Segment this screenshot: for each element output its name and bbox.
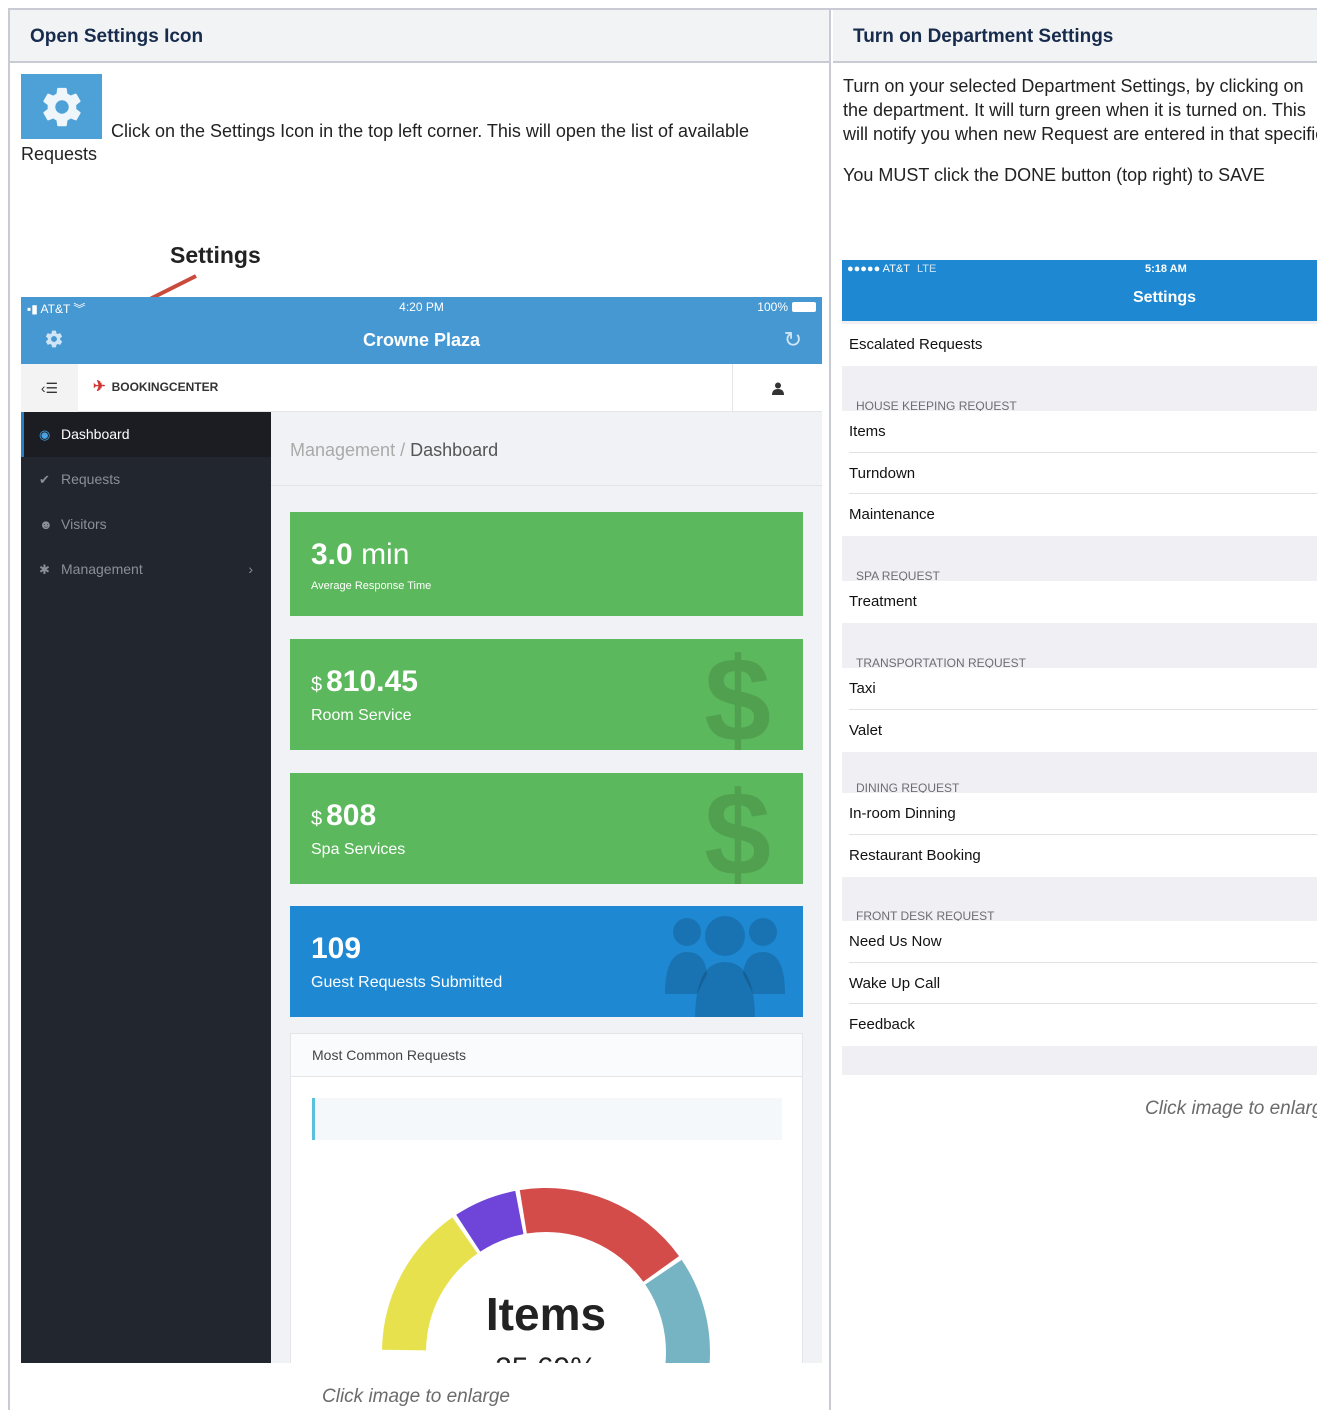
- status-bar: ▪▮ AT&T ︾ 4:20 PM 100%: [21, 297, 822, 317]
- guest-requests-tile: 109 Guest Requests Submitted: [290, 906, 803, 1017]
- column-header: Open Settings Icon: [10, 10, 829, 63]
- image-caption: Click image to enlarge: [322, 1386, 510, 1407]
- sidebar-item-requests[interactable]: ✔ Requests: [21, 457, 271, 502]
- instructions-table: Open Settings Icon Click on the Settings…: [8, 8, 1317, 1410]
- chevron-right-icon: ›: [248, 561, 253, 577]
- setting-treatment[interactable]: Treatment: [842, 581, 1317, 623]
- instruction-paragraph-1: Turn on your selected Department Setting…: [843, 76, 1317, 144]
- clock: 5:18 AM: [1145, 263, 1187, 275]
- response-time-tile: 3.0 min Average Response Time: [290, 512, 803, 616]
- settings-screenshot[interactable]: ●●●●● AT&T LTE 5:18 AM Settings Escalate…: [842, 260, 1317, 1075]
- setting-restaurant-booking[interactable]: Restaurant Booking: [842, 835, 1317, 877]
- divider: [271, 485, 822, 486]
- right-column: Turn on Department Settings Turn on your…: [833, 10, 1317, 1410]
- donut-center-value: 25.69%: [495, 1352, 597, 1363]
- breadcrumb-parent[interactable]: Management: [290, 440, 395, 460]
- image-caption: Click image to enlarge: [1145, 1098, 1317, 1119]
- setting-wake-up-call[interactable]: Wake Up Call: [842, 963, 1317, 1005]
- column-header: Turn on Department Settings: [833, 10, 1317, 63]
- logo: ✈ BOOKINGCENTER: [93, 378, 219, 395]
- setting-in-room-dinning[interactable]: In-room Dinning: [842, 793, 1317, 835]
- setting-items[interactable]: Items: [842, 411, 1317, 453]
- left-column: Open Settings Icon Click on the Settings…: [10, 10, 831, 1410]
- donut-center-label: Items: [486, 1288, 606, 1340]
- setting-need-us-now[interactable]: Need Us Now: [842, 921, 1317, 963]
- instruction-paragraph-2: You MUST click the DONE button (top righ…: [843, 165, 1265, 185]
- dollar-icon: $: [704, 773, 771, 884]
- nav-title: Crowne Plaza: [362, 330, 481, 350]
- setting-escalated-requests[interactable]: Escalated Requests: [842, 324, 1317, 366]
- instruction-text: Click on the Settings Icon in the top le…: [21, 121, 750, 164]
- setting-taxi[interactable]: Taxi: [842, 668, 1317, 710]
- nav-title: Settings: [1132, 289, 1197, 306]
- refresh-icon[interactable]: ↻: [784, 327, 802, 353]
- requests-donut-chart: Items 25.69%: [382, 1188, 710, 1363]
- setting-maintenance[interactable]: Maintenance: [842, 494, 1317, 536]
- users-icon: ☻: [39, 517, 53, 532]
- app-nav-bar: Crowne Plaza ↻: [21, 317, 822, 364]
- users-icon: [665, 916, 785, 1017]
- carrier: ●●●●● AT&T: [847, 263, 910, 275]
- setting-turndown[interactable]: Turndown: [842, 453, 1317, 495]
- most-common-requests-panel: Most Common Requests Items 25.69%: [290, 1033, 803, 1363]
- sidebar: ◉ Dashboard ✔ Requests ☻ Visitors ✱ Mana…: [21, 412, 271, 1363]
- settings-annotation-label: Settings: [170, 242, 261, 268]
- sidebar-item-management[interactable]: ✱ Management ›: [21, 547, 271, 592]
- breadcrumb: Management / Dashboard: [290, 440, 499, 460]
- spa-services-tile: $ $808 Spa Services: [290, 773, 803, 884]
- donut-segment: [519, 1188, 680, 1282]
- donut-segment: [382, 1217, 478, 1351]
- sidebar-item-dashboard[interactable]: ◉ Dashboard: [21, 412, 271, 457]
- dashboard-content: Management / Dashboard 3.0 min Average R…: [271, 412, 822, 1363]
- setting-feedback[interactable]: Feedback: [842, 1004, 1317, 1046]
- dollar-icon: $: [704, 639, 771, 750]
- logo-mark-icon: ✈: [93, 378, 106, 395]
- dashboard-screenshot[interactable]: ▪▮ AT&T ︾ 4:20 PM 100% Crowne Plaza ↻ ‹☰…: [21, 297, 822, 1363]
- network: LTE: [917, 263, 937, 275]
- battery-percent: 100%: [757, 300, 788, 314]
- user-icon[interactable]: [732, 364, 822, 412]
- status-bar: ●●●●● AT&T LTE 5:18 AM: [842, 260, 1317, 278]
- sidebar-item-visitors[interactable]: ☻ Visitors: [21, 502, 271, 547]
- panel-title: Most Common Requests: [291, 1034, 802, 1077]
- breadcrumb-current: Dashboard: [410, 440, 499, 460]
- settings-nav-bar: Settings: [842, 278, 1317, 321]
- gear-icon: ✱: [39, 562, 50, 577]
- dashboard-icon: ◉: [39, 427, 51, 442]
- chart-legend-bar: [312, 1098, 782, 1140]
- clock: 4:20 PM: [399, 300, 444, 314]
- battery-icon: [792, 302, 816, 312]
- setting-valet[interactable]: Valet: [842, 710, 1317, 752]
- menu-toggle-icon[interactable]: ‹☰: [21, 364, 78, 412]
- check-icon: ✔: [39, 472, 50, 487]
- app-topbar: ‹☰ ✈ BOOKINGCENTER: [21, 364, 822, 412]
- room-service-tile: $ $810.45 Room Service: [290, 639, 803, 750]
